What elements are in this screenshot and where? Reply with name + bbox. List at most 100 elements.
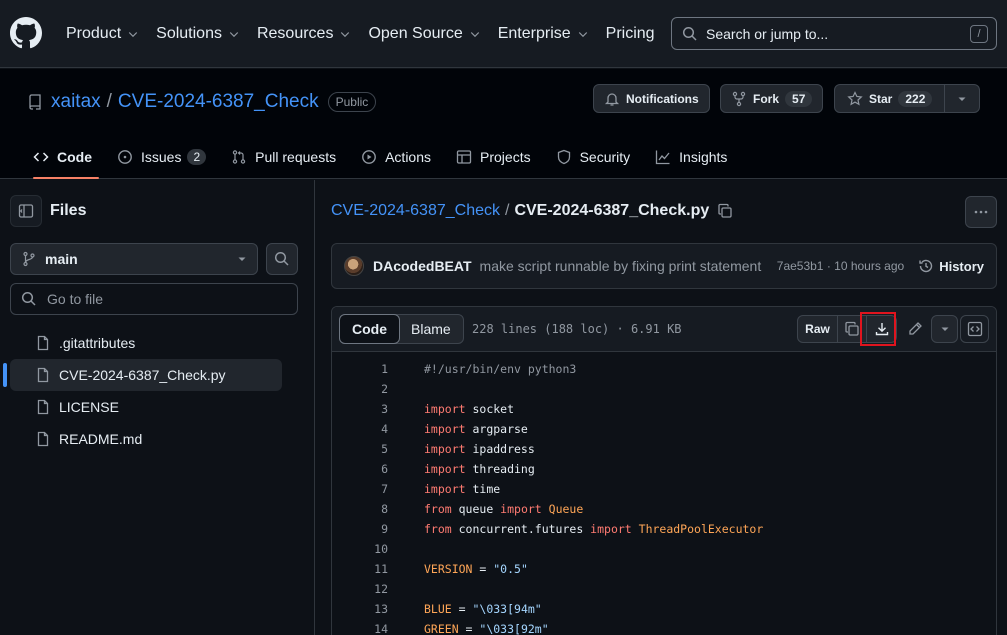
file-item-cve-check-py[interactable]: CVE-2024-6387_Check.py (3, 359, 282, 391)
repo-owner-link[interactable]: xaitax (51, 91, 101, 113)
github-logo-icon[interactable] (10, 17, 42, 49)
file-name: .gitattributes (59, 335, 136, 351)
code-icon (33, 152, 49, 162)
nav-open-source[interactable]: Open Source (368, 25, 480, 43)
file-icon (37, 367, 49, 383)
search-input[interactable]: Search or jump to... / (671, 17, 997, 50)
tab-insights[interactable]: Insights (655, 137, 727, 177)
repo-name-link[interactable]: CVE-2024-6387_Check (118, 91, 319, 113)
avatar[interactable] (344, 256, 364, 276)
file-name: CVE-2024-6387_Check.py (59, 367, 226, 383)
star-list-dropdown[interactable] (945, 84, 981, 113)
search-icon (682, 26, 697, 41)
issue-icon (118, 150, 132, 164)
code-text: BLUE = "\033[94m" (424, 602, 542, 616)
code-line: 12 (332, 579, 996, 599)
copy-path-icon[interactable] (717, 203, 733, 219)
graph-icon (656, 150, 670, 165)
tab-label: Actions (385, 149, 432, 165)
nav-resources[interactable]: Resources (257, 25, 351, 43)
commit-meta[interactable]: 7ae53b1 · 10 hours ago (777, 259, 904, 273)
sidebar-collapse-icon (18, 204, 34, 218)
tab-issues[interactable]: Issues 2 (117, 137, 207, 177)
file-list: .gitattributes CVE-2024-6387_Check.py LI… (3, 327, 282, 455)
edit-file-button[interactable] (900, 315, 929, 343)
fork-button[interactable]: Fork 57 (720, 84, 824, 113)
tab-label: Code (57, 149, 92, 165)
play-icon (362, 150, 376, 164)
code-line: 1 #!/usr/bin/env python3 (332, 359, 996, 379)
nav-enterprise[interactable]: Enterprise (498, 25, 589, 43)
line-number: 1 (381, 362, 388, 376)
more-options-button[interactable] (965, 196, 997, 228)
tab-label: Security (579, 149, 631, 165)
file-item-readme[interactable]: README.md (10, 423, 282, 455)
nav-product[interactable]: Product (66, 25, 139, 43)
code-line: 13 BLUE = "\033[94m" (332, 599, 996, 619)
nav-solutions[interactable]: Solutions (156, 25, 240, 43)
tab-label: Projects (480, 149, 531, 165)
chevron-down-icon (341, 32, 350, 38)
triangle-down-icon (941, 327, 948, 331)
fork-count: 57 (785, 90, 813, 107)
tab-security[interactable]: Security (556, 137, 631, 177)
line-number: 12 (374, 582, 388, 596)
global-header: Product Solutions Resources Open Source … (0, 0, 1007, 68)
code-line: 2 (332, 379, 996, 399)
blame-view-button[interactable]: Blame (399, 315, 463, 343)
code-line: 6 import threading (332, 459, 996, 479)
file-item-gitattributes[interactable]: .gitattributes (10, 327, 282, 359)
commit-author[interactable]: DAcodedBEAT (373, 258, 472, 274)
file-name: README.md (59, 431, 143, 447)
tab-label: Pull requests (255, 149, 337, 165)
top-nav: Product Solutions Resources Open Source … (66, 0, 672, 68)
tab-actions[interactable]: Actions (361, 137, 431, 177)
repo-header: xaitax / CVE-2024-6387_Check Public Noti… (0, 69, 1007, 179)
file-icon (37, 335, 49, 351)
fork-icon (732, 91, 746, 106)
latest-commit-bar: DAcodedBEAT make script runnable by fixi… (331, 243, 997, 289)
star-label: Star (869, 91, 893, 106)
code-text: VERSION = "0.5" (424, 562, 528, 576)
edit-dropdown-button[interactable] (931, 315, 958, 343)
nav-label: Resources (256, 25, 334, 42)
table-icon (456, 150, 472, 164)
code-square-icon (967, 321, 982, 337)
breadcrumb-repo-link[interactable]: CVE-2024-6387_Check (331, 202, 500, 220)
code-text: from queue import Queue (424, 502, 584, 516)
go-to-file-input[interactable]: Go to file (10, 283, 298, 315)
commit-message[interactable]: make script runnable by fixing print sta… (480, 258, 762, 274)
notifications-button[interactable]: Notifications (593, 84, 710, 113)
code-view-button[interactable]: Code (339, 314, 400, 344)
triangle-down-icon (958, 97, 966, 101)
star-icon (847, 90, 863, 105)
symbols-panel-button[interactable] (960, 315, 989, 343)
file-tree-sidebar: Files main Go to file .gitattributes CVE… (0, 180, 315, 635)
notifications-label: Notifications (626, 91, 699, 106)
chevron-down-icon (470, 32, 479, 38)
code-text: from concurrent.futures import ThreadPoo… (424, 522, 764, 536)
collapse-sidebar-button[interactable] (10, 195, 42, 227)
code-line: 3 import socket (332, 399, 996, 419)
tab-projects[interactable]: Projects (456, 137, 531, 177)
nav-pricing[interactable]: Pricing (606, 25, 655, 43)
breadcrumb-file: CVE-2024-6387_Check.py (514, 202, 710, 219)
file-icon (37, 431, 49, 447)
download-raw-button[interactable] (867, 316, 896, 342)
nav-label: Enterprise (497, 25, 571, 42)
line-number: 2 (381, 382, 388, 396)
star-button[interactable]: Star 222 (834, 84, 946, 113)
code-line: 8 from queue import Queue (332, 499, 996, 519)
copy-raw-button[interactable] (838, 316, 867, 342)
history-button[interactable]: History (918, 258, 984, 274)
branch-selector[interactable]: main (10, 243, 258, 275)
raw-button[interactable]: Raw (798, 316, 838, 342)
code-content: 1 #!/usr/bin/env python3 2 3 import socket… (332, 352, 996, 635)
file-item-license[interactable]: LICENSE (10, 391, 282, 423)
file-search-button[interactable] (266, 243, 298, 275)
line-number: 11 (374, 562, 388, 576)
tab-code[interactable]: Code (33, 137, 99, 179)
branch-name: main (45, 251, 78, 267)
code-text: import time (424, 482, 501, 496)
tab-pull-requests[interactable]: Pull requests (231, 137, 336, 177)
